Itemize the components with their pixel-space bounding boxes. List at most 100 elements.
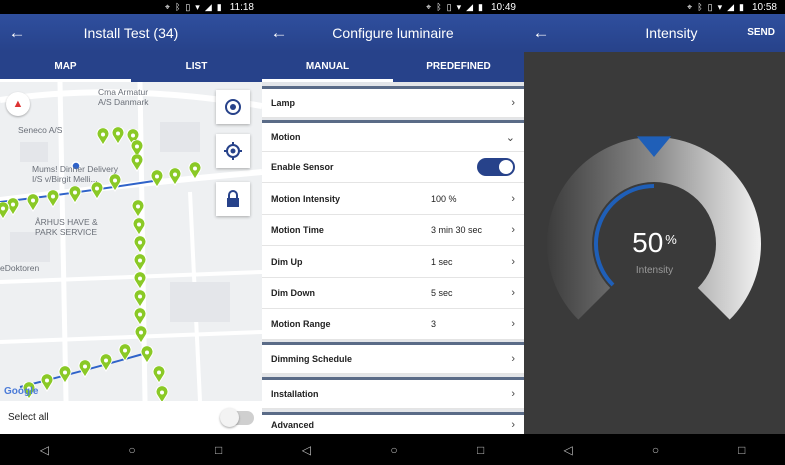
status-bar: ⌖ ᛒ ▯ ▾ ◢ ▮ 10:49 (262, 0, 524, 14)
tab-map[interactable]: MAP (0, 52, 131, 82)
compass-icon[interactable]: ▲ (6, 92, 30, 116)
chevron-right-icon: › (511, 353, 515, 365)
nav-back-icon[interactable]: ◁ (564, 443, 573, 457)
luminaire-pin-icon[interactable] (130, 154, 144, 172)
app-bar: ← Configure luminaire (262, 14, 524, 52)
map-label: Seneco A/S (18, 125, 63, 135)
map-screen: ⌖ ᛒ ▯ ▾ ◢ ▮ 11:18 ← Install Test (34) MA… (0, 0, 262, 465)
luminaire-pin-icon[interactable] (40, 374, 54, 392)
lock-button[interactable] (216, 182, 250, 216)
intensity-dial[interactable] (524, 52, 785, 352)
luminaire-pin-icon[interactable] (140, 346, 154, 364)
luminaire-pin-icon[interactable] (68, 186, 82, 204)
status-bar: ⌖ ᛒ ▯ ▾ ◢ ▮ 11:18 (0, 0, 262, 14)
luminaire-pin-icon[interactable] (152, 366, 166, 384)
vibrate-icon: ▯ (707, 2, 713, 12)
luminaire-pin-icon[interactable] (90, 182, 104, 200)
row-label: Advanced (271, 420, 315, 430)
row-label: Motion Intensity (271, 193, 340, 204)
nav-recents-icon[interactable]: □ (215, 443, 222, 457)
status-bar: ⌖ ᛒ ▯ ▾ ◢ ▮ 10:58 (524, 0, 785, 14)
select-all-toggle[interactable] (220, 407, 254, 427)
luminaire-pin-icon[interactable] (111, 127, 125, 145)
tab-bar: MAP LIST (0, 52, 262, 82)
page-title: Configure luminaire (332, 25, 454, 41)
map-label: ÅRHUS HAVE & (35, 217, 98, 227)
bluetooth-icon: ᛒ (174, 2, 181, 12)
nav-back-icon[interactable]: ◁ (40, 443, 49, 457)
luminaire-pin-icon[interactable] (108, 174, 122, 192)
intensity-unit: % (665, 232, 677, 247)
intensity-screen: ⌖ ᛒ ▯ ▾ ◢ ▮ 10:58 ← Intensity SEND 50 % … (524, 0, 785, 465)
map-label: eDoktoren (0, 263, 40, 273)
row-motion-range[interactable]: Motion Range 3 › (262, 309, 524, 340)
enable-sensor-toggle[interactable] (477, 158, 515, 176)
tab-predefined[interactable]: PREDEFINED (393, 52, 524, 82)
row-lamp[interactable]: Lamp › (262, 86, 524, 118)
chevron-right-icon: › (511, 318, 515, 330)
luminaire-pin-icon[interactable] (96, 128, 110, 146)
row-installation[interactable]: Installation › (262, 377, 524, 409)
luminaire-pin-icon[interactable] (134, 326, 148, 344)
nav-recents-icon[interactable]: □ (738, 443, 745, 457)
luminaire-pin-icon[interactable] (0, 202, 10, 220)
row-label: Lamp (271, 98, 296, 108)
chevron-right-icon: › (511, 419, 515, 431)
nav-home-icon[interactable]: ○ (652, 443, 659, 457)
nav-home-icon[interactable]: ○ (390, 443, 397, 457)
luminaire-pin-icon[interactable] (131, 200, 145, 218)
tab-list[interactable]: LIST (131, 52, 262, 82)
luminaire-pin-icon[interactable] (150, 170, 164, 188)
row-value: 100 % (431, 193, 457, 204)
row-label: Dimming Schedule (271, 354, 353, 364)
luminaire-pin-icon[interactable] (58, 366, 72, 384)
chevron-right-icon: › (511, 97, 515, 109)
nav-bar: ◁ ○ □ (524, 434, 785, 465)
tab-manual[interactable]: MANUAL (262, 52, 393, 82)
luminaire-pin-icon[interactable] (78, 360, 92, 378)
gps-button[interactable] (216, 134, 250, 168)
signal-icon: ◢ (466, 2, 474, 12)
luminaire-pin-icon[interactable] (133, 254, 147, 272)
map-label: Mums! Dinner Delivery (32, 164, 118, 174)
row-motion-time[interactable]: Motion Time 3 min 30 sec › (262, 215, 524, 246)
luminaire-pin-icon[interactable] (133, 236, 147, 254)
google-logo: Google (4, 386, 39, 397)
luminaire-pin-icon[interactable] (155, 386, 169, 401)
luminaire-pin-icon[interactable] (99, 354, 113, 372)
location-icon: ⌖ (164, 2, 170, 12)
back-arrow-icon[interactable]: ← (0, 14, 34, 52)
nav-recents-icon[interactable]: □ (477, 443, 484, 457)
row-value: 5 sec (431, 288, 453, 298)
luminaire-pin-icon[interactable] (133, 308, 147, 326)
luminaire-pin-icon[interactable] (133, 290, 147, 308)
wifi-icon: ▾ (195, 2, 200, 12)
row-label: Dim Up (271, 256, 303, 267)
nav-home-icon[interactable]: ○ (128, 443, 135, 457)
row-dimming-schedule[interactable]: Dimming Schedule › (262, 342, 524, 374)
send-button[interactable]: SEND (747, 27, 775, 38)
battery-icon: ▮ (739, 2, 744, 12)
row-label: Dim Down (271, 288, 315, 298)
chevron-right-icon: › (511, 192, 515, 205)
luminaire-pin-icon[interactable] (133, 272, 147, 290)
locate-luminaire-button[interactable] (216, 90, 250, 124)
nav-back-icon[interactable]: ◁ (302, 443, 311, 457)
back-arrow-icon[interactable]: ← (262, 14, 296, 52)
status-time: 10:49 (490, 1, 516, 13)
map-label: PARK SERVICE (35, 227, 98, 237)
luminaire-pin-icon[interactable] (46, 190, 60, 208)
luminaire-pin-icon[interactable] (26, 194, 40, 212)
row-label: Installation (271, 389, 319, 399)
row-motion-intensity[interactable]: Motion Intensity 100 % › (262, 183, 524, 215)
back-arrow-icon[interactable]: ← (524, 14, 558, 52)
luminaire-pin-icon[interactable] (168, 168, 182, 186)
row-dim-up[interactable]: Dim Up 1 sec › (262, 246, 524, 278)
luminaire-pin-icon[interactable] (132, 218, 146, 236)
row-advanced[interactable]: Advanced › (262, 412, 524, 436)
row-motion[interactable]: Motion ⌄ (262, 120, 524, 152)
map-view[interactable]: ▲ Cma Armatur A/S Danmark Seneco A/S Mum… (0, 82, 262, 401)
row-dim-down[interactable]: Dim Down 5 sec › (262, 278, 524, 309)
luminaire-pin-icon[interactable] (118, 344, 132, 362)
luminaire-pin-icon[interactable] (188, 162, 202, 180)
